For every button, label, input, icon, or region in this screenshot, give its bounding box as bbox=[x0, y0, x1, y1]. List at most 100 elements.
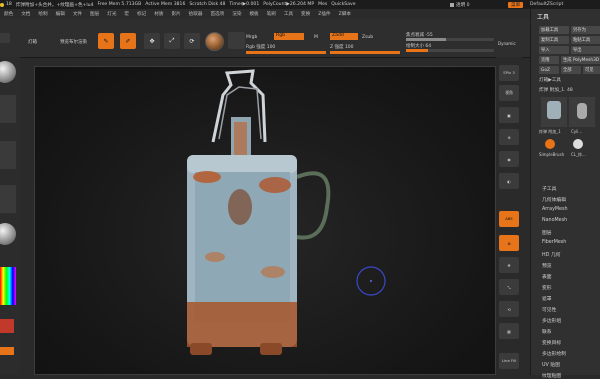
make-polymesh-button[interactable]: 生成 PolyMesh3D bbox=[561, 56, 600, 64]
z-intensity-slider[interactable] bbox=[330, 51, 400, 54]
section-uv-map[interactable]: UV 贴图 bbox=[542, 361, 560, 368]
abe-button[interactable]: ABE bbox=[499, 211, 519, 227]
spix-button[interactable]: SPix 3 bbox=[499, 65, 519, 81]
menu-stencil[interactable]: 模板 bbox=[249, 11, 258, 17]
shelf-btn-3[interactable]: ▣ bbox=[499, 107, 519, 123]
line-fill-button[interactable]: Line Fill bbox=[499, 353, 519, 369]
menu-edit[interactable]: 编辑 bbox=[56, 11, 65, 17]
stroke-thumbnail[interactable] bbox=[0, 95, 16, 123]
quicksave-button[interactable]: QuickSave bbox=[331, 2, 355, 7]
secondary-color-swatch[interactable] bbox=[0, 347, 14, 355]
section-polygroups[interactable]: 多边形组 bbox=[542, 317, 561, 324]
shelf-btn-11[interactable]: ⟲ bbox=[499, 301, 519, 317]
section-visibility[interactable]: 可见性 bbox=[542, 306, 556, 313]
menu-document[interactable]: 文档 bbox=[21, 11, 30, 17]
menu-preferences[interactable]: 首选项 bbox=[210, 11, 224, 17]
rotate-button[interactable]: ⟳ bbox=[184, 33, 200, 49]
menu-color[interactable]: 颜色 bbox=[4, 11, 13, 17]
preview-boolean-button[interactable]: 预览布尔渲染 bbox=[60, 39, 87, 45]
menu-picker[interactable]: 拾取器 bbox=[189, 11, 203, 17]
import-button[interactable]: 导入 bbox=[539, 46, 569, 54]
tool-thumb-2[interactable] bbox=[569, 97, 595, 127]
brush-thumbnail[interactable] bbox=[0, 61, 16, 83]
section-nanomesh[interactable]: NanoMesh bbox=[542, 218, 567, 223]
script-selector[interactable]: DefaultZScript bbox=[530, 1, 563, 8]
shelf-btn-9[interactable]: ✥ bbox=[499, 257, 519, 273]
paste-tool-button[interactable]: 粘贴工具 bbox=[571, 36, 600, 44]
menu-button[interactable]: 菜单 bbox=[508, 1, 524, 8]
toolbar-edge-button[interactable] bbox=[0, 33, 10, 43]
clone-button[interactable]: 克隆 bbox=[539, 56, 559, 64]
section-preview[interactable]: 预览 bbox=[542, 262, 552, 269]
section-hd-geometry[interactable]: HD 几何 bbox=[542, 251, 560, 258]
alpha-thumbnail[interactable] bbox=[0, 141, 16, 169]
tool-thumb-1[interactable] bbox=[541, 97, 567, 127]
section-arraymesh[interactable]: ArrayMesh bbox=[542, 207, 568, 212]
edit-mode-button[interactable]: ✎ bbox=[98, 33, 114, 49]
shelf-btn-5[interactable]: ◉ bbox=[499, 151, 519, 167]
section-deformation[interactable]: 变形 bbox=[542, 284, 552, 291]
section-texture-map[interactable]: 纹理贴图 bbox=[542, 372, 561, 379]
menu-zscript[interactable]: Z脚本 bbox=[339, 11, 351, 17]
menu-layer[interactable]: 图层 bbox=[90, 11, 99, 17]
canvas-viewport[interactable] bbox=[34, 66, 496, 375]
menu-light[interactable]: 灯光 bbox=[107, 11, 116, 17]
main-color-swatch[interactable] bbox=[0, 319, 14, 333]
menu-tool[interactable]: 工具 bbox=[284, 11, 293, 17]
section-fibermesh[interactable]: FiberMesh bbox=[542, 240, 566, 245]
lightbox-tools-link[interactable]: 灯箱▶工具 bbox=[539, 77, 561, 83]
copy-tool-button[interactable]: 复制工具 bbox=[539, 36, 569, 44]
section-surface[interactable]: 表面 bbox=[542, 273, 552, 280]
zadd-button[interactable]: Zadd bbox=[330, 33, 358, 40]
rgb-button[interactable]: Rgb bbox=[274, 33, 304, 40]
material-swatch[interactable] bbox=[205, 32, 224, 51]
save-as-button[interactable]: 另存为 bbox=[571, 26, 600, 34]
menu-zplugin[interactable]: Z插件 bbox=[318, 11, 330, 17]
menu-brush[interactable]: 笔刷 bbox=[267, 11, 276, 17]
section-morph-target[interactable]: 变换目标 bbox=[542, 339, 561, 346]
lightbox-button[interactable]: 灯箱 bbox=[28, 39, 37, 45]
material-thumbnail[interactable] bbox=[0, 223, 16, 245]
move-button[interactable]: ✥ bbox=[144, 33, 160, 49]
menu-draw[interactable]: 绘制 bbox=[38, 11, 47, 17]
draw-mode-button[interactable]: ✐ bbox=[120, 33, 136, 49]
export-button[interactable]: 导出 bbox=[571, 46, 600, 54]
shelf-btn-4[interactable]: ⊕ bbox=[499, 129, 519, 145]
menu-file[interactable]: 文件 bbox=[73, 11, 82, 17]
menu-macro[interactable]: 宏 bbox=[124, 11, 129, 17]
cl-thumb-icon[interactable] bbox=[573, 139, 583, 149]
m-button[interactable]: M bbox=[314, 35, 318, 40]
shelf-btn-6[interactable]: ◐ bbox=[499, 173, 519, 189]
menu-render[interactable]: 渲染 bbox=[232, 11, 241, 17]
zsub-button[interactable]: Zsub bbox=[362, 35, 373, 40]
menu-movie[interactable]: 影片 bbox=[171, 11, 180, 17]
mrgb-button[interactable]: Mrgb bbox=[246, 35, 257, 40]
goz-button[interactable]: GoZ bbox=[539, 66, 559, 74]
menu-material[interactable]: 材质 bbox=[154, 11, 163, 17]
menu-transform[interactable]: 变换 bbox=[301, 11, 310, 17]
all-button[interactable]: 全部 bbox=[561, 66, 581, 74]
shelf-btn-10[interactable]: ⤡ bbox=[499, 279, 519, 295]
dynamic-button[interactable]: Dynamic bbox=[498, 41, 516, 46]
section-masking[interactable]: 遮罩 bbox=[542, 295, 552, 302]
draw-size-slider[interactable] bbox=[406, 49, 494, 52]
texture-thumbnail[interactable] bbox=[0, 185, 16, 213]
transparency-control[interactable]: 透明 0 bbox=[450, 1, 470, 8]
rgb-intensity-slider[interactable] bbox=[246, 51, 326, 54]
texture-swatch[interactable] bbox=[228, 32, 245, 49]
visible-button[interactable]: 可见 bbox=[583, 66, 600, 74]
shelf-btn-12[interactable]: ▦ bbox=[499, 323, 519, 339]
menu-marker[interactable]: 标记 bbox=[137, 11, 146, 17]
focal-shift-slider[interactable] bbox=[406, 38, 494, 41]
load-tool-button[interactable]: 加载工具 bbox=[539, 26, 569, 34]
section-polypaint[interactable]: 多边形绘制 bbox=[542, 350, 566, 357]
section-contact[interactable]: 联系 bbox=[542, 328, 552, 335]
section-geometry[interactable]: 几何体编辑 bbox=[542, 196, 566, 203]
xyz-button[interactable]: ⊗ bbox=[499, 235, 519, 251]
section-layers[interactable]: 图层 bbox=[542, 229, 552, 236]
section-subtool[interactable]: 子工具 bbox=[542, 185, 556, 192]
simplebrush-icon[interactable] bbox=[545, 139, 555, 149]
color-picker[interactable] bbox=[0, 267, 16, 305]
menu-toggle[interactable]: 菜单 bbox=[508, 1, 524, 8]
perspective-button[interactable]: 视角 bbox=[499, 85, 519, 101]
